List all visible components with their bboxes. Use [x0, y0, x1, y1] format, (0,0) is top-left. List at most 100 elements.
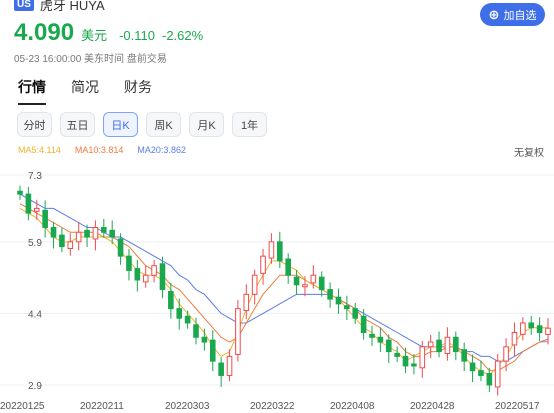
candle-body — [92, 227, 99, 240]
plus-icon: ⊕ — [488, 7, 500, 22]
main-tabs: 行情 简况 财务 — [18, 77, 152, 105]
candle-body — [369, 333, 375, 338]
candle-body — [520, 322, 526, 335]
stock-name: 虎牙 HUYA — [39, 0, 105, 13]
tab-profile[interactable]: 简况 — [71, 77, 99, 97]
candle-body — [486, 373, 493, 386]
y-tick-label: 7.3 — [28, 171, 42, 182]
currency-label: 美元 — [81, 28, 108, 43]
x-tick-label: 20220408 — [330, 401, 375, 412]
candle-body — [134, 268, 141, 281]
ma20-line — [19, 193, 549, 362]
candle-body — [469, 362, 476, 372]
candle-body — [511, 332, 518, 346]
candle-body — [260, 255, 266, 274]
candle-body — [209, 339, 216, 362]
candle-body — [201, 336, 208, 343]
stock-title-row: US 虎牙 HUYA — [14, 0, 105, 14]
candle-body — [360, 315, 367, 333]
candle-body — [117, 238, 124, 257]
candle-body — [193, 324, 199, 338]
ma10-value: MA10:3.814 — [74, 145, 124, 155]
candle-body — [50, 227, 57, 238]
candle-body — [176, 308, 183, 319]
market-badge: US — [14, 0, 34, 11]
candle-body — [142, 274, 149, 283]
add-watchlist-label: 加自选 — [503, 9, 537, 22]
candle-body — [318, 276, 325, 291]
candle-body — [42, 209, 48, 228]
candle-body — [17, 190, 23, 195]
candle-body — [59, 234, 65, 248]
candle-body — [293, 276, 300, 286]
x-tick-label: 20220303 — [165, 401, 210, 412]
period-one-year[interactable]: 1年 — [232, 112, 267, 137]
candle-body — [126, 255, 132, 271]
candle-body — [151, 265, 157, 276]
candle-body — [33, 207, 40, 212]
candle-body — [478, 370, 484, 376]
candle-body — [268, 241, 275, 259]
ma10-line — [19, 203, 549, 372]
price-change-percent: -2.62% — [161, 28, 204, 43]
candle-body — [536, 325, 543, 333]
y-tick-label: 4.4 — [28, 309, 42, 320]
candle-body — [168, 290, 174, 310]
period-daily-k[interactable]: 日K — [103, 112, 138, 137]
y-tick-label: 5.9 — [28, 238, 42, 249]
candle-body — [67, 241, 74, 250]
candle-body — [528, 322, 535, 329]
candle-body — [503, 346, 509, 362]
candle-body — [352, 308, 359, 319]
candle-body — [218, 362, 224, 376]
candle-body — [302, 284, 308, 288]
candle-body — [394, 353, 400, 357]
x-tick-label: 20220428 — [410, 401, 455, 412]
candle-body — [235, 308, 241, 355]
candle-body — [109, 229, 115, 238]
candle-body — [444, 336, 451, 354]
period-monthly-k[interactable]: 月K — [189, 112, 224, 137]
candle-body — [494, 360, 501, 388]
candle-body — [402, 355, 409, 367]
ma5-line — [19, 207, 548, 377]
candle-body — [427, 341, 434, 348]
add-to-watchlist-button[interactable]: ⊕ 加自选 — [480, 3, 545, 26]
candle-body — [453, 336, 459, 353]
y-tick-label: 2.9 — [28, 381, 42, 392]
candlestick-chart[interactable]: 7.3 5.9 4.4 2.9 20220125 20220211 20220303 2022… — [0, 157, 554, 413]
candle-body — [335, 296, 342, 305]
candle-body — [385, 339, 392, 353]
candle-body — [436, 339, 442, 353]
candle-body — [84, 229, 90, 238]
price-row: 4.090 美元 -0.110 -2.62% — [14, 19, 203, 47]
candle-body — [75, 231, 82, 243]
period-five-day[interactable]: 五日 — [60, 112, 95, 137]
candle-body — [419, 346, 426, 369]
ma5-value: MA5:4.114 — [18, 145, 61, 155]
period-intraday[interactable]: 分时 — [17, 112, 52, 137]
market-timestamp: 05-23 16:00:00 美东时间 盘前交易 — [14, 54, 167, 65]
tab-market[interactable]: 行情 — [18, 77, 46, 105]
period-weekly-k[interactable]: 周K — [146, 112, 181, 137]
candle-body — [344, 305, 350, 310]
current-price: 4.090 — [14, 19, 75, 46]
candle-body — [277, 241, 283, 262]
candle-body — [226, 355, 233, 376]
candle-body — [25, 193, 32, 214]
ma20-value: MA20:3.862 — [137, 145, 186, 155]
x-tick-label: 20220322 — [250, 401, 295, 412]
period-selector: 分时 五日 日K 周K 月K 1年 — [17, 112, 267, 137]
candle-body — [159, 263, 166, 291]
candle-body — [461, 349, 467, 362]
moving-average-legend: MA5:4.114 MA10:3.814 MA20:3.862 — [18, 145, 186, 155]
price-change: -0.110 — [119, 28, 155, 43]
candle-body — [285, 258, 291, 276]
candle-body — [377, 336, 384, 343]
candle-body — [545, 327, 551, 335]
candle-body — [327, 289, 333, 300]
candle-body — [184, 315, 191, 324]
candle-body — [411, 363, 417, 367]
x-tick-label: 20220517 — [495, 401, 540, 412]
tab-finance[interactable]: 财务 — [124, 77, 152, 97]
